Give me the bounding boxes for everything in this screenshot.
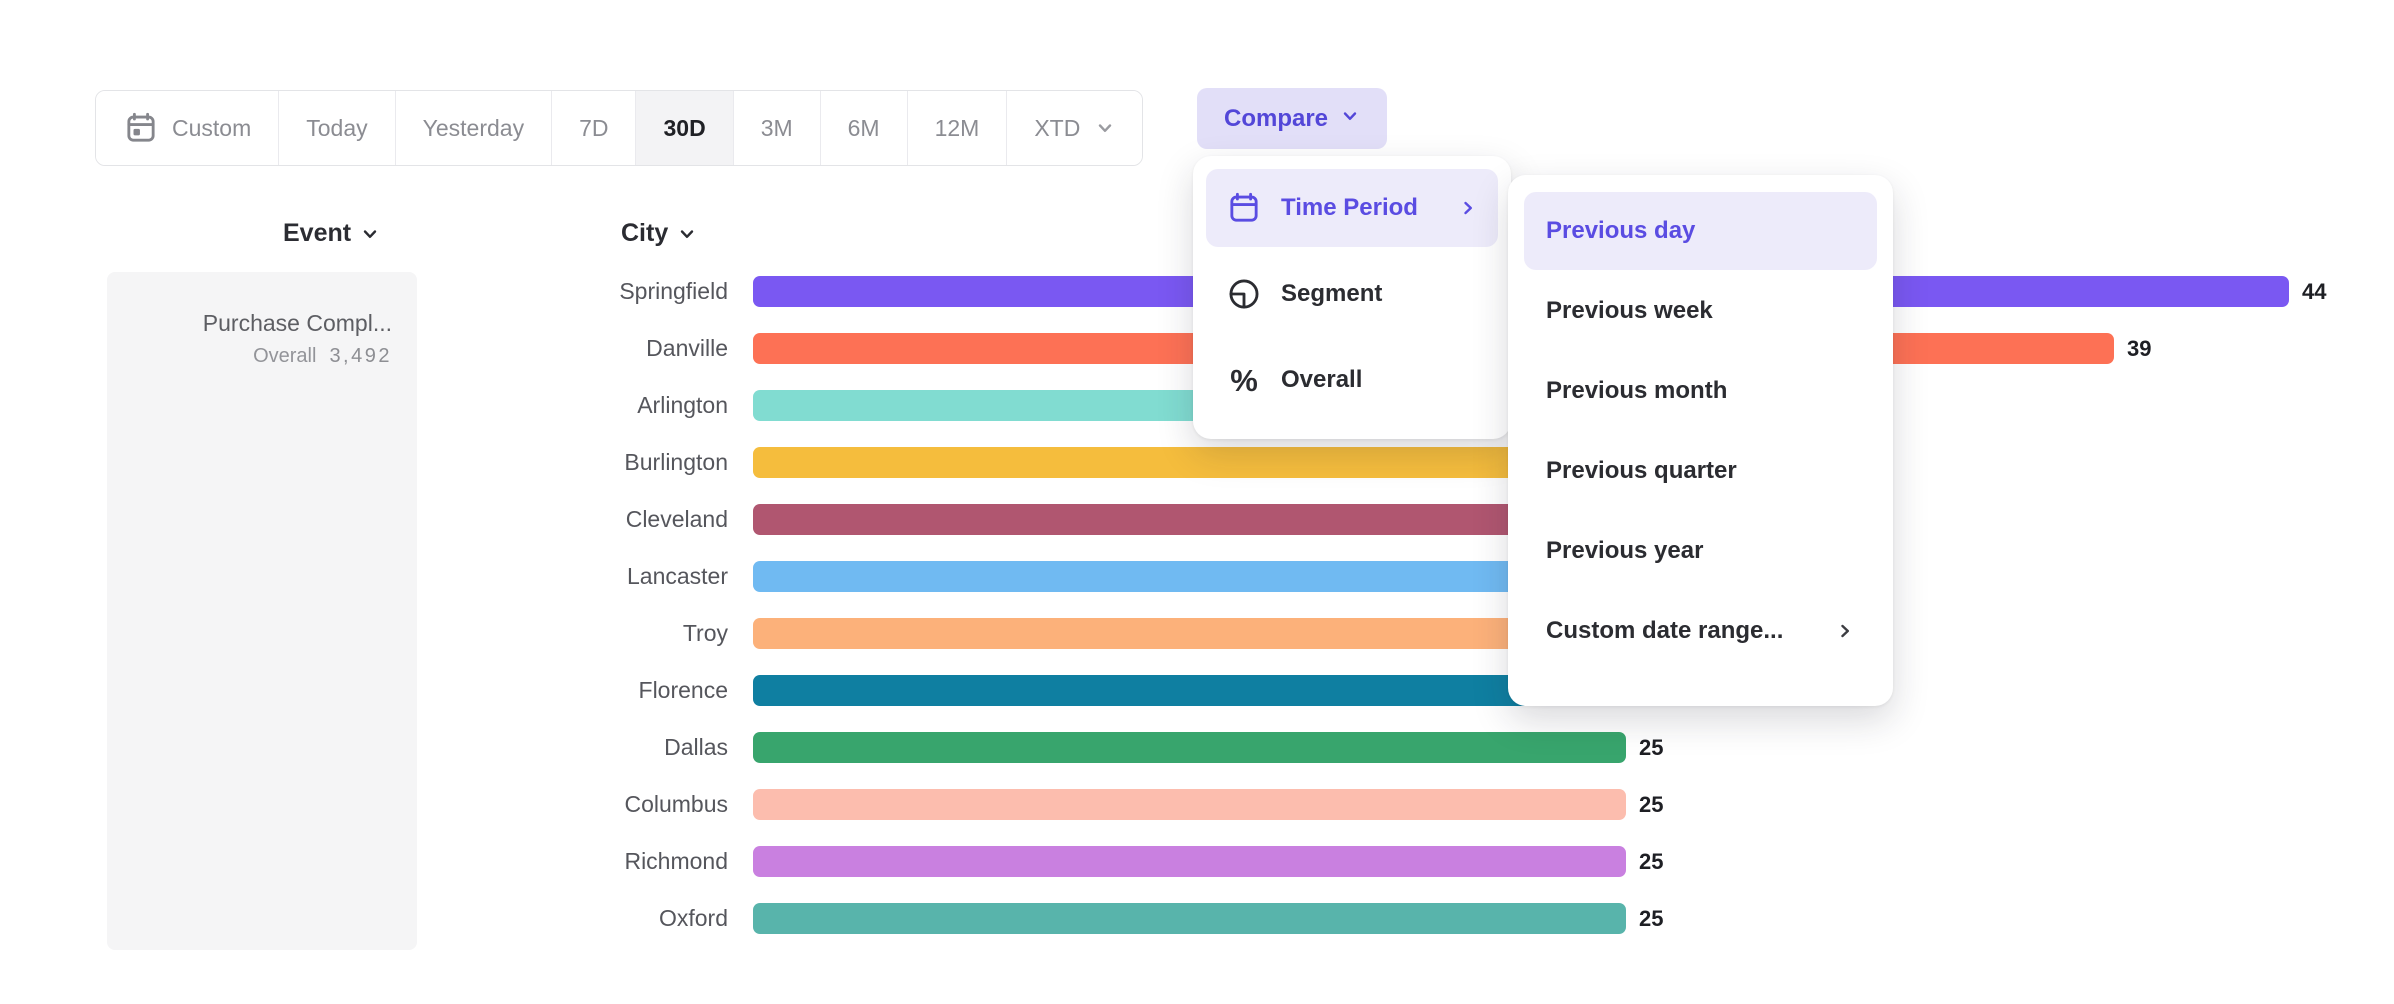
menu-item-label: Overall <box>1281 366 1362 394</box>
submenu-item-label: Custom date range... <box>1546 617 1783 645</box>
submenu-item-label: Previous quarter <box>1546 457 1737 485</box>
submenu-item-previous-day[interactable]: Previous day <box>1524 192 1877 270</box>
date-range-label: 7D <box>579 115 608 142</box>
date-range-label: 12M <box>935 115 980 142</box>
chevron-down-icon <box>1340 105 1360 133</box>
row-label: Richmond <box>360 845 728 877</box>
submenu-item-previous-week[interactable]: Previous week <box>1524 272 1877 350</box>
bar-value-label: 39 <box>2127 333 2151 364</box>
menu-item-label: Time Period <box>1281 194 1418 222</box>
bar-value-label: 25 <box>1639 732 1663 763</box>
compare-button[interactable]: Compare <box>1197 88 1387 149</box>
time-period-submenu: Previous day Previous week Previous month P… <box>1508 175 1893 706</box>
submenu-item-previous-month[interactable]: Previous month <box>1524 352 1877 430</box>
compare-dropdown-menu: Time Period Segment% Overall <box>1193 156 1511 439</box>
date-range-label: Custom <box>172 115 251 142</box>
submenu-item-previous-quarter[interactable]: Previous quarter <box>1524 432 1877 510</box>
calendar-icon <box>1226 190 1262 226</box>
date-range-7d[interactable]: 7D <box>552 91 636 165</box>
bar[interactable] <box>753 732 1626 763</box>
row-label: Columbus <box>360 788 728 820</box>
bar[interactable] <box>753 789 1626 820</box>
bar[interactable] <box>753 903 1626 934</box>
chevron-right-icon <box>1458 198 1478 218</box>
row-label: Oxford <box>360 902 728 934</box>
date-range-custom[interactable]: Custom <box>96 91 279 165</box>
date-range-xtd[interactable]: XTD <box>1007 91 1142 165</box>
date-range-toolbar: Custom Today Yesterday 7D 30D 3M 6M 12M XTD <box>95 90 1143 166</box>
submenu-item-label: Previous week <box>1546 297 1713 325</box>
date-range-label: Today <box>306 115 367 142</box>
chevron-down-icon <box>1095 118 1115 138</box>
date-range-label: 30D <box>663 115 705 142</box>
analytics-report-canvas: Custom Today Yesterday 7D 30D 3M 6M 12M XTD Comp… <box>0 0 2394 1004</box>
row-label: Lancaster <box>360 560 728 592</box>
date-range-label: Yesterday <box>423 115 524 142</box>
date-range-3m[interactable]: 3M <box>734 91 821 165</box>
submenu-item-label: Previous year <box>1546 537 1703 565</box>
compare-menu-item-overall[interactable]: % Overall <box>1206 341 1498 419</box>
bar-value-label: 25 <box>1639 903 1663 934</box>
submenu-item-previous-year[interactable]: Previous year <box>1524 512 1877 590</box>
row-label: Cleveland <box>360 503 728 535</box>
bar-value-label: 44 <box>2302 276 2326 307</box>
row-label: Arlington <box>360 389 728 421</box>
date-range-12m[interactable]: 12M <box>908 91 1008 165</box>
row-label: Danville <box>360 332 728 364</box>
chevron-right-icon <box>1835 621 1855 641</box>
bar-value-label: 25 <box>1639 789 1663 820</box>
compare-button-label: Compare <box>1224 105 1328 133</box>
percent-icon: % <box>1226 365 1262 396</box>
date-range-label: 3M <box>761 115 793 142</box>
segment-icon <box>1226 276 1262 312</box>
row-label: Burlington <box>360 446 728 478</box>
date-range-label: XTD <box>1034 115 1080 142</box>
row-label: Florence <box>360 674 728 706</box>
date-range-today[interactable]: Today <box>279 91 395 165</box>
submenu-item-custom-date-range-[interactable]: Custom date range... <box>1524 592 1877 670</box>
menu-item-label: Segment <box>1281 280 1382 308</box>
date-range-30d[interactable]: 30D <box>636 91 733 165</box>
submenu-item-label: Previous day <box>1546 217 1695 245</box>
compare-menu-item-segment[interactable]: Segment <box>1206 255 1498 333</box>
row-label: Troy <box>360 617 728 649</box>
date-range-6m[interactable]: 6M <box>821 91 908 165</box>
submenu-item-label: Previous month <box>1546 377 1727 405</box>
calendar-icon <box>123 110 159 146</box>
row-label: Springfield <box>360 275 728 307</box>
compare-menu-item-time-period[interactable]: Time Period <box>1206 169 1498 247</box>
bar[interactable] <box>753 846 1626 877</box>
row-label: Dallas <box>360 731 728 763</box>
date-range-label: 6M <box>848 115 880 142</box>
bar-value-label: 25 <box>1639 846 1663 877</box>
date-range-yesterday[interactable]: Yesterday <box>396 91 552 165</box>
